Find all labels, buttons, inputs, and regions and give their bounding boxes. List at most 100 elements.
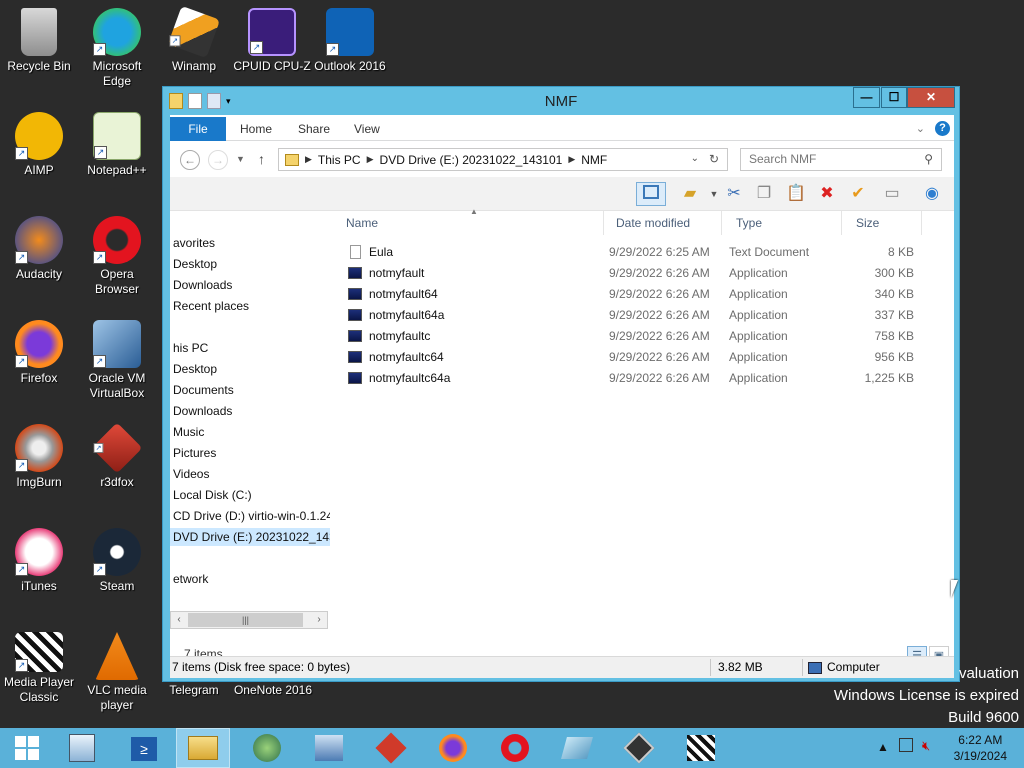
forward-button[interactable]: → <box>208 150 228 170</box>
nav-this-pc[interactable]: his PC <box>173 339 208 357</box>
desktop-icon-edge[interactable]: ↗ Microsoft Edge <box>78 8 156 89</box>
breadcrumb-drive[interactable]: DVD Drive (E:) 20231022_143101 <box>380 153 563 167</box>
paste-button[interactable]: 📋 <box>784 182 808 206</box>
desktop-icon-imgburn[interactable]: ↗ ImgBurn <box>0 424 78 490</box>
rename-button[interactable]: ▭ <box>880 182 904 206</box>
cut-button[interactable]: ✂ <box>722 182 746 206</box>
taskbar-powershell[interactable]: ≥ <box>117 728 171 768</box>
desktop-icon-mpc[interactable]: ↗ Media Player Classic <box>0 632 78 705</box>
column-header-date[interactable]: Date modified <box>604 211 722 235</box>
tab-view[interactable]: View <box>344 117 390 141</box>
file-row[interactable]: notmyfaultc64a 9/29/2022 6:26 AM Applica… <box>332 368 954 389</box>
taskbar-r3dfox[interactable] <box>364 728 418 768</box>
nav-dvd-drive[interactable]: DVD Drive (E:) 20231022_14310 <box>170 528 330 546</box>
close-button[interactable]: ✕ <box>907 87 955 108</box>
desktop-icon-aimp[interactable]: ↗ AIMP <box>0 112 78 178</box>
desktop-icon-telegram[interactable]: Telegram <box>155 683 233 698</box>
nav-pictures[interactable]: Pictures <box>173 444 216 462</box>
recent-locations-icon[interactable]: ▼ <box>236 154 245 164</box>
file-row[interactable]: notmyfaultc64 9/29/2022 6:26 AM Applicat… <box>332 347 954 368</box>
check-button[interactable]: ✔ <box>846 182 870 206</box>
desktop-icon-vlc[interactable]: VLC media player <box>78 632 156 713</box>
taskbar-server-manager[interactable] <box>55 728 109 768</box>
delete-button[interactable]: ✖ <box>815 182 839 206</box>
desktop-icon-opera[interactable]: ↗ Opera Browser <box>78 216 156 297</box>
expand-ribbon-icon[interactable]: ⌄ <box>916 122 925 135</box>
desktop-icon-steam[interactable]: ↗ Steam <box>78 528 156 594</box>
help-icon[interactable]: ? <box>935 121 950 136</box>
nav-cd-drive[interactable]: CD Drive (D:) virtio-win-0.1.24 <box>173 507 330 525</box>
tab-file[interactable]: File <box>170 117 226 141</box>
nav-desktop[interactable]: Desktop <box>173 360 217 378</box>
tab-home[interactable]: Home <box>230 117 282 141</box>
refresh-icon[interactable]: ↻ <box>709 152 719 166</box>
taskbar-file-explorer[interactable] <box>176 728 230 768</box>
properties-button[interactable]: ◉ <box>920 182 944 206</box>
nav-local-disk[interactable]: Local Disk (C:) <box>173 486 252 504</box>
file-row[interactable]: notmyfault 9/29/2022 6:26 AM Application… <box>332 263 954 284</box>
scrollbar-thumb[interactable]: ||| <box>188 613 303 627</box>
desktop-icon-virtualbox[interactable]: ↗ Oracle VM VirtualBox <box>78 320 156 401</box>
address-bar[interactable]: ▶ This PC ▶ DVD Drive (E:) 20231022_1431… <box>278 148 728 171</box>
scroll-left-icon[interactable]: ‹ <box>171 612 187 628</box>
copy-icon: ❐ <box>756 185 772 202</box>
tab-share[interactable]: Share <box>288 117 340 141</box>
taskbar-firefox[interactable] <box>426 728 480 768</box>
nav-recent-places[interactable]: Recent places <box>173 297 249 315</box>
taskbar-computer-management[interactable] <box>302 728 356 768</box>
application-icon <box>348 330 362 342</box>
search-input[interactable]: Search NMF ⚲ <box>740 148 942 171</box>
minimize-button[interactable]: — <box>853 87 880 108</box>
preview-pane-button[interactable] <box>636 182 666 206</box>
move-to-button[interactable]: ▰ <box>678 182 702 206</box>
title-bar[interactable]: ▾ NMF — ☐ ✕ <box>163 87 959 115</box>
clock-time: 6:22 AM <box>958 733 1003 747</box>
address-dropdown-icon[interactable]: ⌄ <box>691 153 699 164</box>
desktop-icon-cpuz[interactable]: ↗ CPUID CPU-Z <box>233 8 311 74</box>
taskbar-app-2[interactable] <box>612 728 666 768</box>
desktop-icon-audacity[interactable]: ↗ Audacity <box>0 216 78 282</box>
volume-muted-icon[interactable]: 🔇︎ <box>922 738 930 768</box>
column-header-type[interactable]: Type <box>724 211 842 235</box>
clock[interactable]: 6:22 AM 3/19/2024 <box>954 732 1007 764</box>
desktop-icon-onenote[interactable]: OneNote 2016 <box>233 683 313 698</box>
nav-music[interactable]: Music <box>173 423 204 441</box>
maximize-button[interactable]: ☐ <box>881 87 907 108</box>
horizontal-scrollbar[interactable]: ‹ ||| › <box>170 611 328 629</box>
taskbar-opera[interactable] <box>488 728 542 768</box>
nav-network[interactable]: etwork <box>173 570 208 588</box>
start-button[interactable] <box>0 728 54 768</box>
scroll-right-icon[interactable]: › <box>311 612 327 628</box>
nav-videos[interactable]: Videos <box>173 465 209 483</box>
column-header-size[interactable]: Size <box>844 211 922 235</box>
desktop-icon-recycle-bin[interactable]: Recycle Bin <box>0 8 78 74</box>
application-icon <box>348 351 362 363</box>
network-tray-icon[interactable] <box>899 738 913 752</box>
column-header-name[interactable]: Name <box>334 211 604 235</box>
desktop-icon-r3dfox[interactable]: ↗ r3dfox <box>78 422 156 490</box>
taskbar-media-player-classic[interactable] <box>674 728 728 768</box>
nav-documents[interactable]: Documents <box>173 381 234 399</box>
breadcrumb-this-pc[interactable]: This PC <box>318 153 361 167</box>
file-row[interactable]: notmyfault64a 9/29/2022 6:26 AM Applicat… <box>332 305 954 326</box>
nav-favorites-desktop[interactable]: Desktop <box>173 255 217 273</box>
desktop-icon-notepadpp[interactable]: ↗ Notepad++ <box>78 112 156 178</box>
desktop-icon-firefox[interactable]: ↗ Firefox <box>0 320 78 386</box>
show-hidden-icons[interactable]: ▲ <box>877 740 889 768</box>
taskbar-app[interactable] <box>550 728 604 768</box>
desktop-icon-outlook[interactable]: ↗ Outlook 2016 <box>311 8 389 74</box>
taskbar-network[interactable] <box>240 728 294 768</box>
watermark-line1: valuation <box>958 665 1019 682</box>
desktop-icon-itunes[interactable]: ↗ iTunes <box>0 528 78 594</box>
breadcrumb-folder[interactable]: NMF <box>581 153 607 167</box>
file-row-eula[interactable]: Eula 9/29/2022 6:25 AM Text Document 8 K… <box>332 242 954 263</box>
copy-button[interactable]: ❐ <box>752 182 776 206</box>
file-row[interactable]: notmyfaultc 9/29/2022 6:26 AM Applicatio… <box>332 326 954 347</box>
nav-downloads[interactable]: Downloads <box>173 402 232 420</box>
nav-favorites[interactable]: avorites <box>173 234 215 252</box>
file-row[interactable]: notmyfault64 9/29/2022 6:26 AM Applicati… <box>332 284 954 305</box>
nav-favorites-downloads[interactable]: Downloads <box>173 276 232 294</box>
up-button[interactable]: ↑ <box>258 151 265 167</box>
desktop-icon-winamp[interactable]: ↗ Winamp <box>155 5 233 74</box>
back-button[interactable]: ← <box>180 150 200 170</box>
